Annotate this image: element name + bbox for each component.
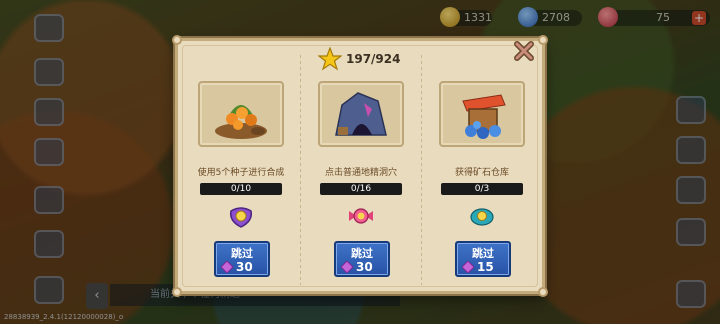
- task-card: 获得矿石仓库 0/3 跳过 15: [427, 77, 537, 287]
- column-divider: [421, 55, 422, 285]
- berry-bush-image: [215, 105, 267, 139]
- purple-gem-pouch-icon: [229, 207, 253, 228]
- skip-label: 跳过: [472, 247, 494, 260]
- task-progress-bar: 0/16: [320, 183, 402, 195]
- corner-ornament: [538, 35, 548, 45]
- ore-warehouse-image: [462, 94, 506, 139]
- task-panel: 197/924 使用5个种子进行合成 0/10 跳过 30 点击普通地精洞穴 0…: [172, 35, 548, 297]
- task-description: 使用5个种子进行合成: [197, 168, 285, 178]
- gem-icon: [341, 261, 353, 273]
- corner-ornament: [172, 35, 182, 45]
- skip-cost: 30: [356, 260, 373, 274]
- star-progress: 197/924: [346, 52, 401, 66]
- pink-candy-icon: [349, 208, 373, 224]
- skip-button[interactable]: 跳过 30: [334, 241, 390, 277]
- star-icon: [318, 47, 342, 71]
- task-card: 点击普通地精洞穴 0/16 跳过 30: [306, 77, 416, 287]
- teal-coin-icon: [470, 208, 494, 226]
- task-image-frame: [318, 81, 404, 147]
- skip-cost: 15: [477, 260, 494, 274]
- skip-cost: 30: [236, 260, 253, 274]
- task-count: 0/3: [474, 184, 490, 194]
- task-count: 0/10: [230, 184, 252, 194]
- gem-icon: [221, 261, 233, 273]
- goblin-cave-image: [335, 92, 387, 136]
- task-image-frame: [439, 81, 525, 147]
- skip-button[interactable]: 跳过 15: [455, 241, 511, 277]
- task-description: 点击普通地精洞穴: [324, 168, 397, 178]
- task-count: 0/16: [350, 184, 372, 194]
- task-progress-bar: 0/10: [200, 183, 282, 195]
- column-divider: [300, 55, 301, 285]
- skip-label: 跳过: [351, 247, 373, 260]
- task-description: 获得矿石仓库: [454, 168, 509, 178]
- corner-ornament: [172, 287, 182, 297]
- gem-icon: [462, 261, 474, 273]
- task-progress-bar: 0/3: [441, 183, 523, 195]
- close-icon[interactable]: [512, 39, 536, 63]
- task-card: 使用5个种子进行合成 0/10 跳过 30: [186, 77, 296, 287]
- task-image-frame: [198, 81, 284, 147]
- skip-button[interactable]: 跳过 30: [214, 241, 270, 277]
- skip-label: 跳过: [231, 247, 253, 260]
- panel-header: 197/924: [318, 47, 418, 73]
- corner-ornament: [538, 287, 548, 297]
